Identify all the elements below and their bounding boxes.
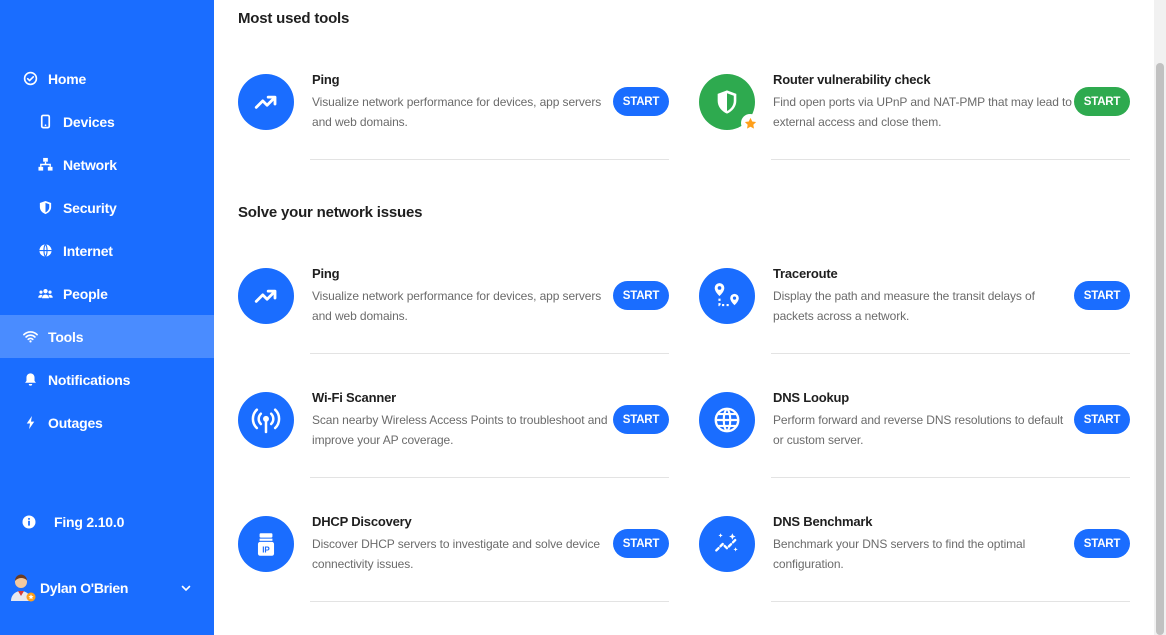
sidebar-item-tools[interactable]: Tools [0, 315, 214, 358]
sidebar-item-label: Outages [48, 414, 103, 431]
start-button[interactable]: START [613, 405, 669, 434]
tool-title: Router vulnerability check [773, 72, 931, 87]
sidebar-item-label: Tools [48, 328, 84, 345]
divider [771, 477, 1130, 478]
tool-description: Find open ports via UPnP and NAT-PMP tha… [773, 95, 1072, 129]
tools-page: Most used tools Ping Visualize network p… [214, 0, 1154, 635]
tool-description: Display the path and measure the transit… [773, 289, 1035, 323]
route-icon [699, 268, 755, 324]
start-button[interactable]: START [613, 281, 669, 310]
tool-title: DHCP Discovery [312, 514, 412, 529]
shield-check-icon [699, 74, 759, 132]
sidebar-item-outages[interactable]: Outages [0, 401, 214, 444]
sidebar: Home Devices Network Security Internet P… [0, 0, 214, 635]
check-circle-icon [22, 71, 38, 87]
sidebar-item-label: People [63, 285, 108, 302]
star-badge-icon [741, 114, 759, 132]
avatar [10, 573, 36, 603]
sidebar-item-label: Devices [63, 113, 115, 130]
divider [310, 477, 669, 478]
globe-icon [699, 392, 755, 448]
antenna-icon [238, 392, 294, 448]
sidebar-item-notifications[interactable]: Notifications [0, 358, 214, 401]
tool-description: Visualize network performance for device… [312, 95, 602, 129]
network-icon [37, 157, 53, 173]
chevron-down-icon[interactable] [180, 581, 192, 593]
version-info: Fing 2.10.0 [22, 514, 124, 530]
tool-title: DNS Lookup [773, 390, 849, 405]
tool-card-traceroute: Traceroute Display the path and measure … [699, 266, 1130, 358]
phone-icon [37, 114, 53, 130]
shield-icon [37, 200, 53, 216]
sidebar-item-label: Network [63, 156, 117, 173]
scrollbar-thumb[interactable] [1156, 63, 1164, 635]
tool-description: Discover DHCP servers to investigate and… [312, 537, 600, 571]
tool-card-ping-most-used: Ping Visualize network performance for d… [238, 72, 669, 164]
divider [771, 159, 1130, 160]
globe-icon [37, 243, 53, 259]
tool-card-dns-benchmark: DNS Benchmark Benchmark your DNS servers… [699, 514, 1130, 606]
tool-title: Wi-Fi Scanner [312, 390, 396, 405]
sparkle-trend-icon [699, 516, 755, 572]
tool-card-router-vulnerability: Router vulnerability check Find open por… [699, 72, 1130, 164]
tool-card-dns-lookup: DNS Lookup Perform forward and reverse D… [699, 390, 1130, 482]
sidebar-item-label: Security [63, 199, 117, 216]
info-icon [22, 515, 36, 529]
sidebar-item-people[interactable]: People [0, 272, 214, 315]
sidebar-item-security[interactable]: Security [0, 186, 214, 229]
section-title-most-used: Most used tools [238, 10, 350, 27]
start-button[interactable]: START [1074, 87, 1130, 116]
tool-card-ping: Ping Visualize network performance for d… [238, 266, 669, 358]
tool-card-wifi-scanner: Wi-Fi Scanner Scan nearby Wireless Acces… [238, 390, 669, 482]
tool-title: Ping [312, 72, 340, 87]
sidebar-item-label: Home [48, 70, 87, 87]
sidebar-item-home[interactable]: Home [0, 57, 214, 100]
bell-icon [22, 372, 38, 388]
start-button[interactable]: START [613, 529, 669, 558]
tool-description: Visualize network performance for device… [312, 289, 602, 323]
start-button[interactable]: START [1074, 281, 1130, 310]
tool-title: Traceroute [773, 266, 838, 281]
tool-title: DNS Benchmark [773, 514, 873, 529]
start-button[interactable]: START [1074, 405, 1130, 434]
user-menu[interactable]: Dylan O'Brien [10, 572, 204, 604]
divider [310, 353, 669, 354]
tool-description: Benchmark your DNS servers to find the o… [773, 537, 1026, 571]
tool-description: Scan nearby Wireless Access Points to tr… [312, 413, 608, 447]
divider [310, 601, 669, 602]
ip-icon: IP [238, 516, 294, 572]
wifi-icon [22, 329, 38, 345]
divider [771, 601, 1130, 602]
tool-title: Ping [312, 266, 340, 281]
scrollbar[interactable] [1154, 0, 1166, 635]
svg-text:IP: IP [262, 546, 270, 555]
sidebar-item-internet[interactable]: Internet [0, 229, 214, 272]
tool-description: Perform forward and reverse DNS resoluti… [773, 413, 1064, 447]
sidebar-item-network[interactable]: Network [0, 143, 214, 186]
divider [771, 353, 1130, 354]
bolt-icon [22, 415, 38, 431]
section-title-solve-issues: Solve your network issues [238, 204, 423, 221]
version-label: Fing 2.10.0 [54, 514, 125, 530]
divider [310, 159, 669, 160]
people-icon [37, 286, 53, 302]
start-button[interactable]: START [1074, 529, 1130, 558]
trend-up-icon [238, 74, 294, 130]
user-name: Dylan O'Brien [40, 580, 129, 596]
tool-card-dhcp-discovery: IP DHCP Discovery Discover DHCP servers … [238, 514, 669, 606]
sidebar-item-label: Notifications [48, 371, 131, 388]
start-button[interactable]: START [613, 87, 669, 116]
trend-up-icon [238, 268, 294, 324]
sidebar-item-devices[interactable]: Devices [0, 100, 214, 143]
sidebar-item-label: Internet [63, 242, 113, 259]
